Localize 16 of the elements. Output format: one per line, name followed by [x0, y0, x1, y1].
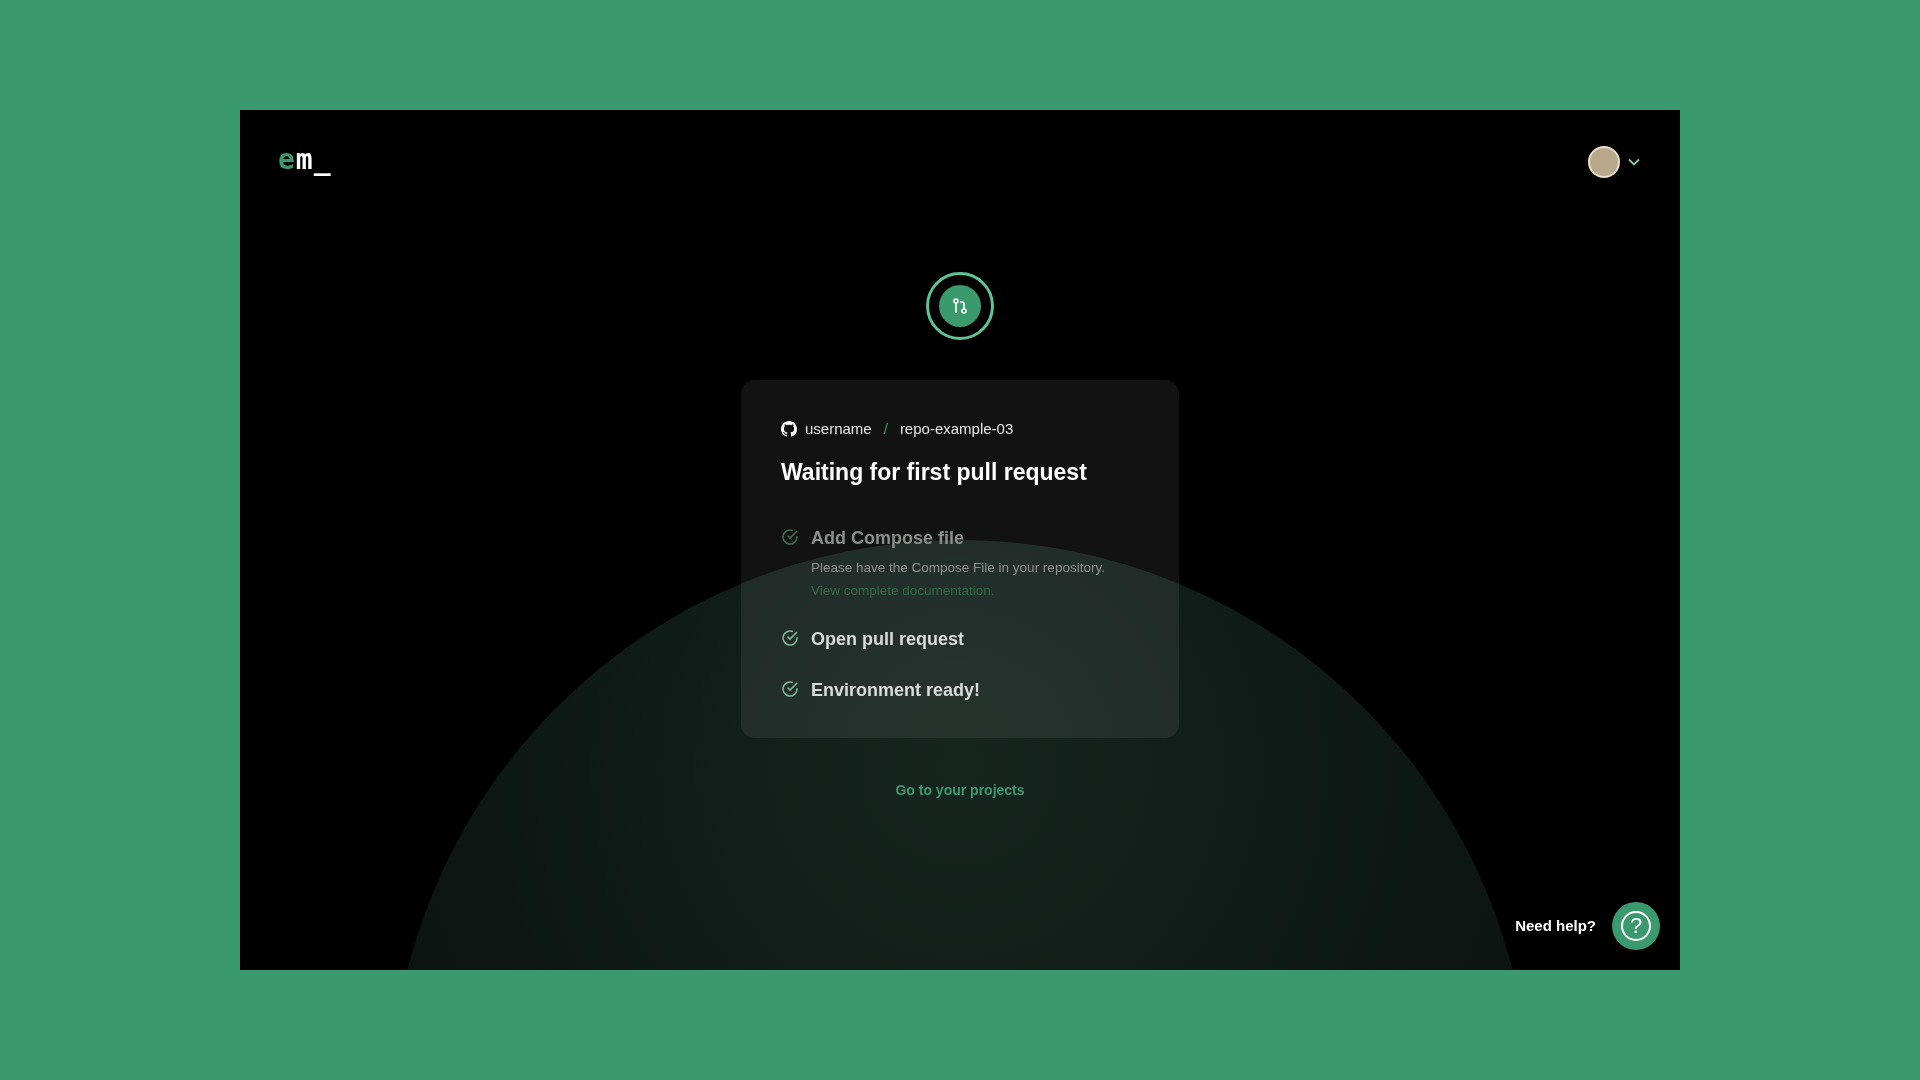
- repo-name: repo-example-03: [899, 419, 1014, 439]
- step-title: Add Compose file: [811, 527, 965, 550]
- step-description: Please have the Compose File in your repository.: [811, 559, 1105, 577]
- github-icon: [781, 421, 797, 438]
- page-title: Waiting for first pull request: [781, 457, 1088, 487]
- step-title: Environment ready!: [811, 679, 981, 703]
- logo[interactable]: em_: [278, 146, 332, 174]
- path-separator: /: [883, 419, 888, 439]
- projects-link[interactable]: Go to your projects: [895, 780, 1025, 802]
- avatar[interactable]: [1588, 146, 1620, 178]
- help-button[interactable]: ?: [1612, 902, 1660, 950]
- help-label: Need help?: [1515, 915, 1596, 936]
- branch-icon: [951, 297, 969, 315]
- chevron-down-icon[interactable]: [1628, 158, 1640, 166]
- repo-owner: username: [805, 419, 872, 439]
- step-title: Open pull request: [811, 628, 965, 652]
